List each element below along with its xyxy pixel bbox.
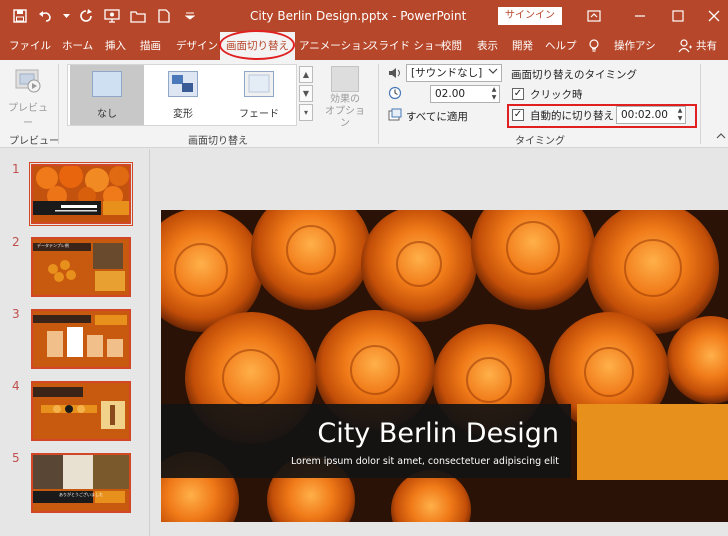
transitions-group-label: 画面切り替え xyxy=(188,136,248,147)
sound-select-value: [サウンドなし] xyxy=(411,67,483,79)
on-click-label: クリック時 xyxy=(530,89,583,101)
effect-options-button[interactable]: 効果の オプション xyxy=(322,66,368,130)
duration-field[interactable]: 02.00 ▲ ▼ xyxy=(430,85,500,103)
title-bar: City Berlin Design.pptx - PowerPoint サイン… xyxy=(0,0,728,32)
tab-view[interactable]: 表示 xyxy=(477,38,498,53)
close-icon[interactable] xyxy=(704,6,724,26)
gallery-scroll: ▲ ▼ ▾ xyxy=(299,66,315,124)
present-icon[interactable] xyxy=(102,6,122,26)
undo-dropdown-icon[interactable] xyxy=(62,6,70,26)
preview-icon xyxy=(14,69,42,97)
tab-file[interactable]: ファイル xyxy=(9,38,51,53)
slide-thumbnail-2[interactable]: データテンプレ例 xyxy=(31,237,131,297)
apply-all-button[interactable]: すべてに適用 xyxy=(388,108,468,125)
tab-developer[interactable]: 開発 xyxy=(512,38,533,53)
slide-number: 1 xyxy=(12,162,20,176)
slide-subtitle[interactable]: Lorem ipsum dolor sit amet, consectetuer… xyxy=(161,456,559,467)
none-thumbnail-icon xyxy=(92,71,122,97)
group-separator xyxy=(378,64,379,144)
maximize-icon[interactable] xyxy=(668,6,688,26)
morph-thumbnail-icon xyxy=(168,71,198,97)
group-separator xyxy=(58,64,59,144)
clock-icon xyxy=(388,86,402,103)
accent-block xyxy=(577,404,728,480)
timing-heading: 画面切り替えのタイミング xyxy=(511,69,637,81)
tab-tell-me[interactable]: 操作アシ xyxy=(614,38,656,53)
slide-thumbnail-3[interactable] xyxy=(31,309,131,369)
slide-number: 5 xyxy=(12,451,20,465)
slide-title[interactable]: City Berlin Design xyxy=(161,418,559,449)
timing-group-label: タイミング xyxy=(515,136,565,147)
transition-gallery: なし 変形 フェード xyxy=(67,64,297,126)
slide-canvas[interactable]: City Berlin Design Lorem ipsum dolor sit… xyxy=(161,210,728,522)
fade-thumbnail-icon xyxy=(244,71,274,97)
preview-group-label: プレビュー xyxy=(9,136,59,147)
preview-button[interactable]: プレビュー xyxy=(6,66,50,129)
slide-thumbnail-1[interactable] xyxy=(29,162,133,226)
transition-fade-label: フェード xyxy=(239,109,279,120)
tab-insert[interactable]: 挿入 xyxy=(105,38,126,53)
duration-value: 02.00 xyxy=(435,88,466,100)
tab-highlight-ring xyxy=(219,30,295,60)
apply-all-label: すべてに適用 xyxy=(406,111,468,123)
tab-animations[interactable]: アニメーション xyxy=(299,38,372,53)
preview-label: プレビュー xyxy=(8,103,48,129)
quick-access-toolbar xyxy=(10,6,200,26)
tab-slideshow[interactable]: スライド ショー xyxy=(368,38,445,53)
signin-button[interactable]: サインイン xyxy=(498,7,562,25)
slide-number: 4 xyxy=(12,379,20,393)
sound-select[interactable]: [サウンドなし] xyxy=(406,64,502,82)
document-title: City Berlin Design.pptx - PowerPoint xyxy=(250,9,467,23)
ribbon-display-icon[interactable] xyxy=(584,6,604,26)
customize-icon[interactable] xyxy=(180,6,200,26)
redo-icon[interactable] xyxy=(76,6,96,26)
tab-review[interactable]: 校閲 xyxy=(441,38,462,53)
transition-none[interactable]: なし xyxy=(70,65,144,125)
thumb-5-caption: ありがとうございました xyxy=(59,492,103,497)
tab-design[interactable]: デザイン xyxy=(176,38,218,53)
duration-spinner[interactable]: ▲ ▼ xyxy=(489,86,499,102)
gallery-scroll-down-icon[interactable]: ▼ xyxy=(299,85,313,102)
tab-help[interactable]: ヘルプ xyxy=(545,38,577,53)
person-icon[interactable] xyxy=(678,39,692,56)
group-separator xyxy=(700,64,701,144)
slide-thumbnail-5[interactable]: ありがとうございました xyxy=(31,453,131,513)
slide-number: 3 xyxy=(12,307,20,321)
undo-icon[interactable] xyxy=(36,6,56,26)
slide-number: 2 xyxy=(12,235,20,249)
thumb-2-title: データテンプレ例 xyxy=(37,243,69,248)
new-icon[interactable] xyxy=(154,6,174,26)
thumbnail-pane: 1 2 データテンプレ例 3 4 5 ありがとうございました xyxy=(0,149,150,536)
slide-thumbnail-4[interactable] xyxy=(31,381,131,441)
effect-options-label: 効果の オプション xyxy=(325,94,365,129)
sound-icon xyxy=(388,67,402,82)
on-click-checkbox[interactable]: ✓ xyxy=(512,88,524,100)
apply-all-icon xyxy=(388,108,402,125)
tab-home[interactable]: ホーム xyxy=(62,38,93,53)
gallery-more-icon[interactable]: ▾ xyxy=(299,104,313,121)
collapse-ribbon-icon[interactable] xyxy=(716,130,726,143)
auto-advance-highlight xyxy=(507,104,697,128)
gallery-scroll-up-icon[interactable]: ▲ xyxy=(299,66,313,83)
chevron-down-icon xyxy=(488,65,498,81)
transition-morph-label: 変形 xyxy=(173,109,193,120)
lightbulb-icon[interactable] xyxy=(588,39,600,56)
share-button[interactable]: 共有 xyxy=(696,38,717,53)
tab-draw[interactable]: 描画 xyxy=(140,38,161,53)
open-icon[interactable] xyxy=(128,6,148,26)
transition-morph[interactable]: 変形 xyxy=(146,65,220,125)
effect-options-icon xyxy=(331,66,359,92)
save-icon[interactable] xyxy=(10,6,30,26)
ribbon-tabs: ファイル ホーム 挿入 描画 デザイン 画面切り替え アニメーション スライド … xyxy=(0,32,728,60)
transition-fade[interactable]: フェード xyxy=(222,65,296,125)
transition-none-label: なし xyxy=(97,109,117,120)
minimize-icon[interactable] xyxy=(630,6,650,26)
